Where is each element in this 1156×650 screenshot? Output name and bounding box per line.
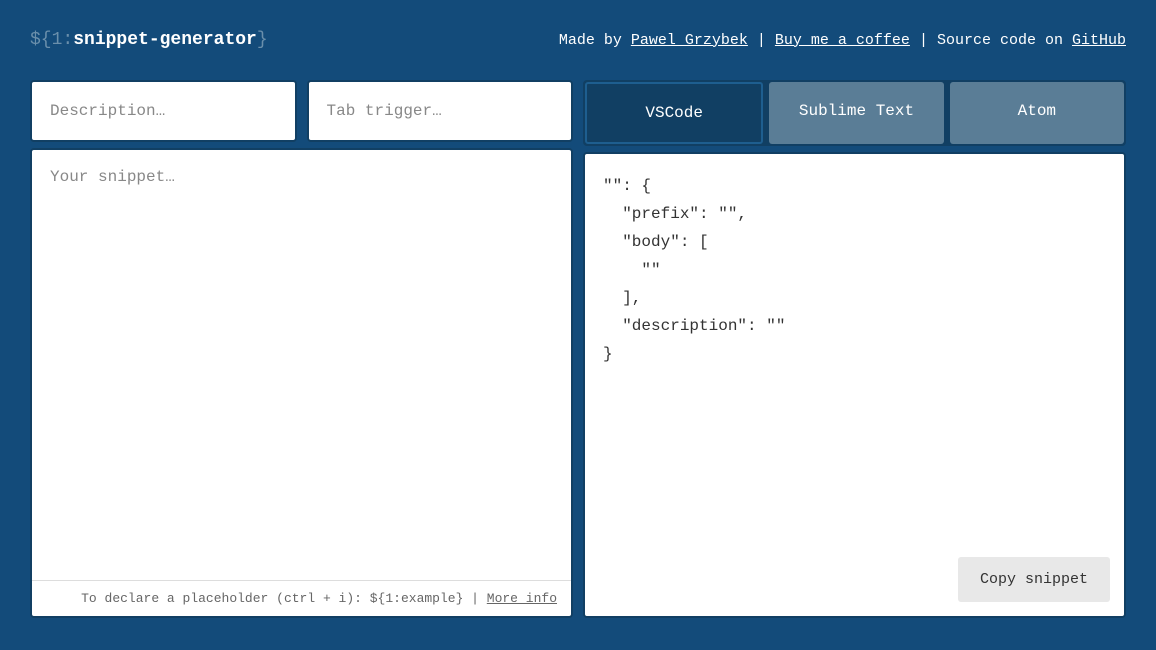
tab-sublime[interactable]: Sublime Text <box>769 82 943 144</box>
separator: | <box>748 32 775 49</box>
copy-snippet-button[interactable]: Copy snippet <box>958 557 1110 602</box>
coffee-link[interactable]: Buy me a coffee <box>775 32 910 49</box>
more-info-link[interactable]: More info <box>487 591 557 606</box>
source-text: Source code on <box>937 32 1072 49</box>
made-by-text: Made by <box>559 32 631 49</box>
author-link[interactable]: Pawel Grzybek <box>631 32 748 49</box>
app-logo: ${1:snippet-generator} <box>30 30 268 50</box>
trigger-input[interactable] <box>307 80 574 142</box>
tab-vscode[interactable]: VSCode <box>585 82 763 144</box>
github-link[interactable]: GitHub <box>1072 32 1126 49</box>
logo-prefix: ${1: <box>30 30 73 50</box>
logo-main: snippet-generator <box>73 30 257 50</box>
tab-atom[interactable]: Atom <box>950 82 1124 144</box>
header-credits: Made by Pawel Grzybek | Buy me a coffee … <box>559 32 1126 49</box>
description-input[interactable] <box>30 80 297 142</box>
snippet-textarea[interactable] <box>32 150 571 580</box>
editor-tabs: VSCode Sublime Text Atom <box>583 80 1126 146</box>
output-code[interactable]: "": { "prefix": "", "body": [ "" ], "des… <box>603 172 1106 598</box>
hint-text: To declare a placeholder (ctrl + i): ${1… <box>81 591 487 606</box>
output-panel: "": { "prefix": "", "body": [ "" ], "des… <box>583 152 1126 618</box>
logo-suffix: } <box>257 30 268 50</box>
hint-bar: To declare a placeholder (ctrl + i): ${1… <box>32 580 571 616</box>
separator: | <box>910 32 937 49</box>
